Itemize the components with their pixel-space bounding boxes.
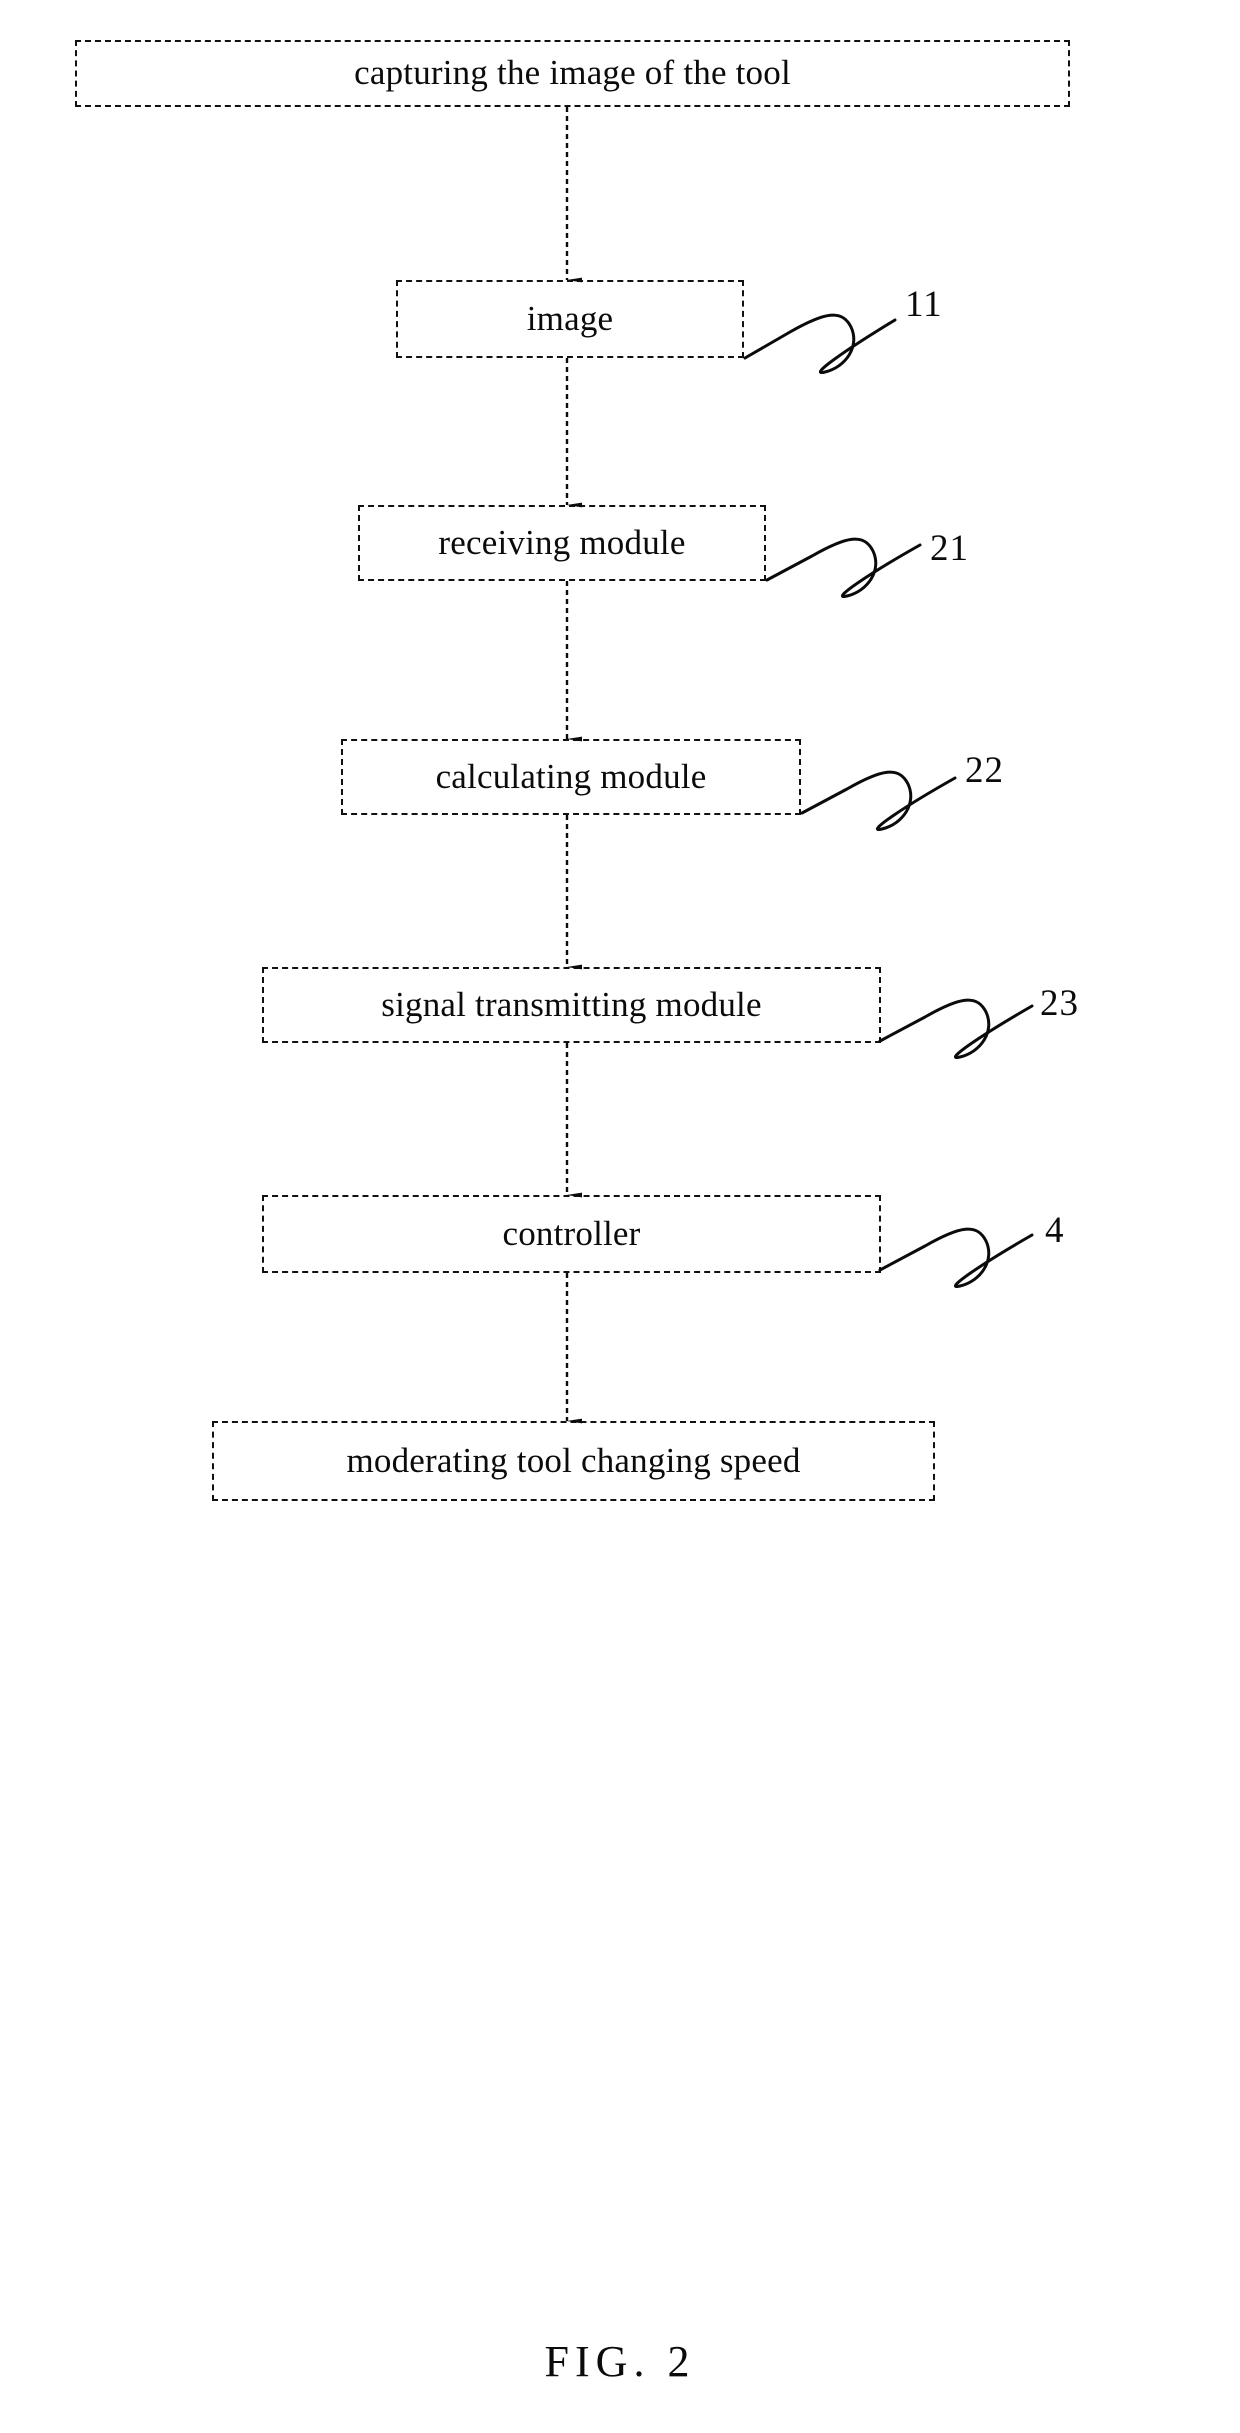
flow-node-image: image [396,280,744,358]
flow-node-label: signal transmitting module [381,984,762,1024]
leader-line-11 [743,313,897,375]
leader-line-21 [765,537,922,599]
flow-node-receiving-module: receiving module [358,505,766,581]
reference-numeral-4: 4 [1045,1210,1065,1251]
reference-numeral-22: 22 [965,750,1004,791]
flow-node-capture: capturing the image of the tool [75,40,1070,107]
reference-numeral-21: 21 [930,528,969,569]
leader-line-23 [878,998,1034,1060]
flow-node-controller: controller [262,1195,881,1273]
flow-node-calculating-module: calculating module [341,739,801,815]
figure-caption: FIG. 2 [544,2337,696,2386]
reference-numeral-23: 23 [1040,983,1079,1024]
flow-node-label: image [526,298,614,338]
flow-node-signal-transmitting-module: signal transmitting module [262,967,881,1043]
leader-line-4 [878,1227,1034,1289]
flow-node-label: receiving module [438,522,686,562]
flow-node-moderating-tool-changing-speed: moderating tool changing speed [212,1421,935,1501]
reference-numeral-11: 11 [905,284,943,325]
flow-node-label: moderating tool changing speed [346,1440,801,1480]
flow-node-label: capturing the image of the tool [354,53,791,93]
flow-node-label: calculating module [435,756,707,796]
leader-line-22 [800,770,957,832]
flow-node-label: controller [502,1213,641,1253]
patent-figure: capturing the image of the tool image re… [0,0,1240,2433]
